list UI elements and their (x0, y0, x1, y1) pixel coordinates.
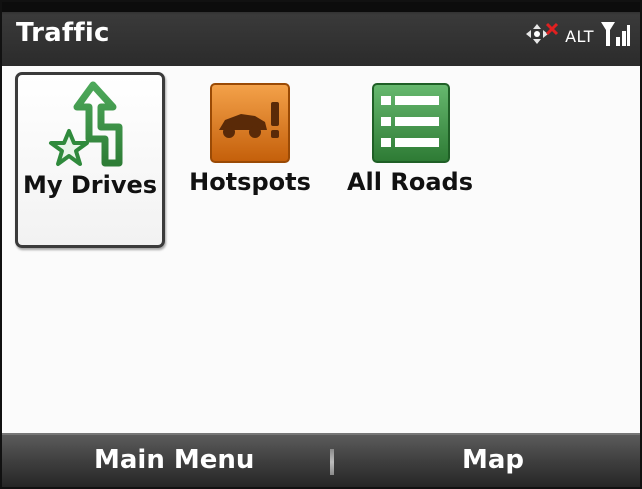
title-bar: Traffic ALT (2, 2, 640, 68)
softkey-divider (330, 449, 334, 475)
tile-label: My Drives (22, 171, 158, 199)
signal-strength-icon (600, 19, 630, 53)
tile-label: All Roads (346, 168, 473, 196)
alt-indicator: ALT (565, 26, 594, 46)
phone-screen: Traffic ALT My Drives Hotspots All Roads… (0, 0, 642, 489)
tile-label: Hotspots (189, 168, 311, 196)
softkey-bar: Main Menu Map (2, 433, 640, 487)
tile-my-drives[interactable]: My Drives (15, 72, 165, 248)
no-connection-x-icon (545, 21, 559, 40)
my-drives-route-star-icon (45, 81, 135, 171)
status-area: ALT (523, 20, 630, 52)
hotspots-car-alert-icon (205, 78, 295, 168)
softkey-left-main-menu[interactable]: Main Menu (94, 445, 254, 475)
content-area: My Drives Hotspots All Roads (2, 66, 640, 435)
softkey-right-map[interactable]: Map (462, 445, 524, 475)
all-roads-list-icon (365, 78, 455, 168)
page-title: Traffic (16, 18, 110, 48)
tile-all-roads[interactable]: All Roads (335, 72, 485, 248)
tile-hotspots[interactable]: Hotspots (175, 72, 325, 248)
